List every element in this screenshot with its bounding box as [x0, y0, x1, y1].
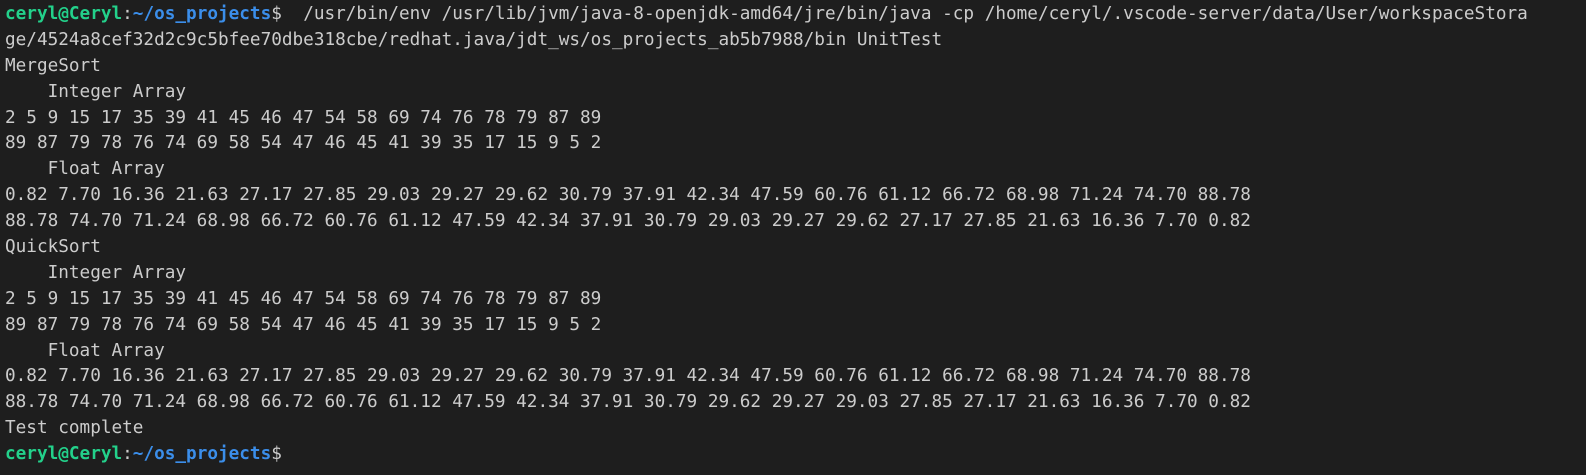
terminal-panel[interactable]: ceryl@Ceryl:~/os_projects$ /usr/bin/env …: [0, 0, 1586, 475]
output-line-quicksort-integer-header: Integer Array: [5, 262, 187, 283]
output-line-quicksort-float-header: Float Array: [5, 340, 165, 361]
prompt-symbol: $: [271, 444, 282, 465]
output-line-mergesort-float-ascending: 0.82 7.70 16.36 21.63 27.17 27.85 29.03 …: [5, 185, 1251, 206]
prompt-path: ~/os_projects: [132, 444, 272, 465]
prompt-line[interactable]: ceryl@Ceryl:~/os_projects$: [5, 442, 1586, 468]
prompt-user-host: ceryl@Ceryl: [5, 444, 123, 465]
output-line-mergesort-title: MergeSort: [5, 55, 101, 76]
prompt-separator: :: [122, 4, 133, 24]
prompt-separator: :: [122, 444, 133, 465]
output-line-quicksort-float-descending: 88.78 74.70 71.24 68.98 66.72 60.76 61.1…: [5, 392, 1251, 413]
command-line-wrap: ge/4524a8cef32d2c9c5bfee70dbe318cbe/redh…: [5, 29, 943, 50]
output-line-mergesort-float-descending: 88.78 74.70 71.24 68.98 66.72 60.76 61.1…: [5, 211, 1251, 232]
prompt-symbol: $: [271, 4, 282, 24]
output-line-mergesort-integer-descending: 89 87 79 78 76 74 69 58 54 47 46 45 41 3…: [5, 133, 602, 154]
output-line-quicksort-float-ascending: 0.82 7.70 16.36 21.63 27.17 27.85 29.03 …: [5, 366, 1251, 387]
output-line-mergesort-integer-header: Integer Array: [5, 81, 187, 102]
output-line-quicksort-title: QuickSort: [5, 237, 101, 258]
output-line-quicksort-integer-descending: 89 87 79 78 76 74 69 58 54 47 46 45 41 3…: [5, 314, 602, 335]
output-line-quicksort-integer-ascending: 2 5 9 15 17 35 39 41 45 46 47 54 58 69 7…: [5, 288, 602, 309]
prompt-user-host: ceryl@Ceryl: [5, 4, 123, 24]
command-text: /usr/bin/env /usr/lib/jvm/java-8-openjdk…: [281, 4, 1528, 24]
output-line-mergesort-integer-ascending: 2 5 9 15 17 35 39 41 45 46 47 54 58 69 7…: [5, 107, 602, 128]
command-line: ceryl@Ceryl:~/os_projects$ /usr/bin/env …: [5, 2, 1586, 28]
output-line-test-complete: Test complete: [5, 418, 144, 439]
output-line-mergesort-float-header: Float Array: [5, 159, 165, 180]
prompt-path: ~/os_projects: [132, 4, 272, 24]
